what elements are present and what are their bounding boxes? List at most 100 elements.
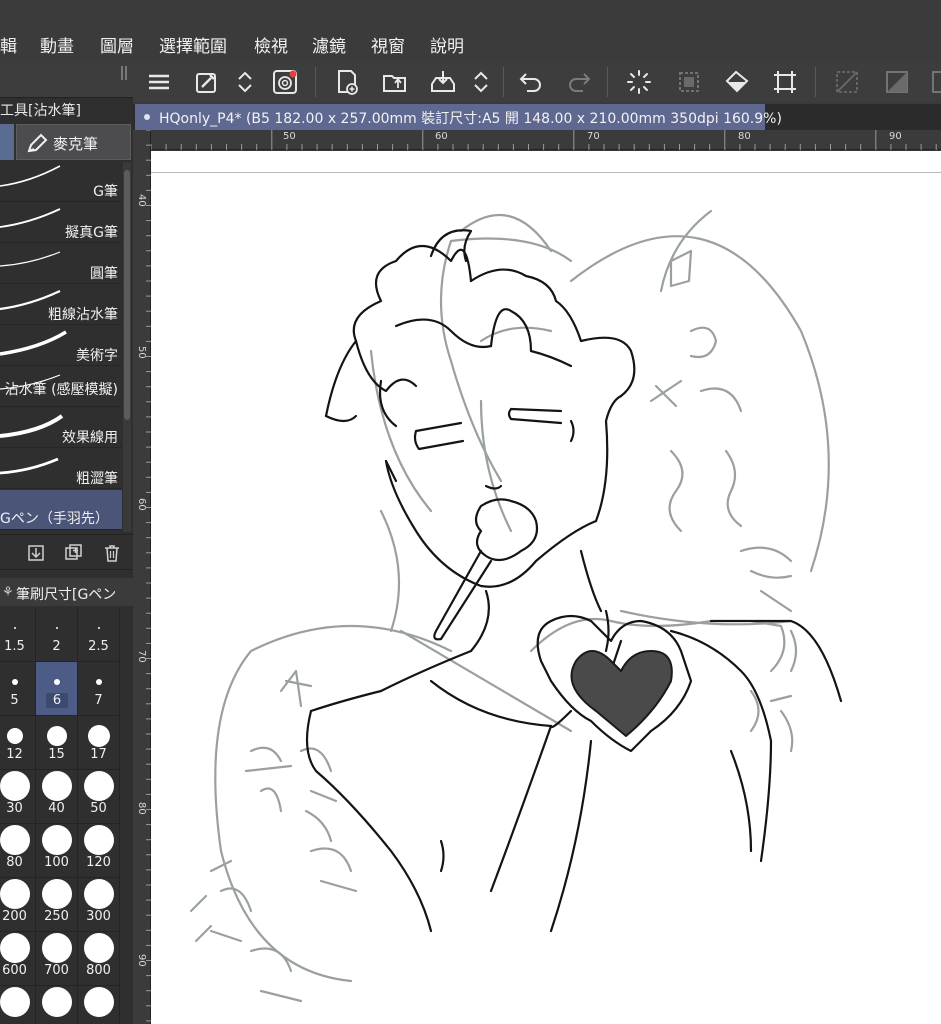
menu-layer[interactable]: 圖層 [100, 32, 134, 57]
invert-icon[interactable] [883, 68, 911, 96]
brush-size-label: 6 [46, 693, 68, 708]
menu-selection[interactable]: 選擇範圍 [159, 32, 227, 57]
brush-label: G筆 [93, 184, 118, 200]
fill-icon[interactable] [723, 68, 751, 96]
ruler-label: 90 [889, 131, 902, 142]
brush-size-cell[interactable]: 2 [36, 608, 78, 662]
download-icon[interactable] [26, 543, 46, 563]
menu-window[interactable]: 視窗 [371, 32, 405, 57]
brush-item[interactable]: 粗線沾水筆 [0, 285, 122, 325]
menu-view[interactable]: 檢視 [254, 32, 288, 57]
brush-size-cell[interactable]: 12 [0, 716, 36, 770]
brush-size-dot [41, 987, 72, 1017]
brush-size-cell[interactable]: 2.5 [78, 608, 120, 662]
open-folder-icon[interactable] [381, 68, 409, 96]
transform-icon[interactable] [771, 68, 799, 96]
brush-size-label: 600 [2, 963, 27, 978]
undo-icon[interactable] [517, 68, 545, 96]
brush-item[interactable]: 沾水筆 (感壓模擬) [0, 367, 122, 407]
brush-item[interactable]: 美術字 [0, 326, 122, 366]
deselect-icon[interactable] [833, 68, 861, 96]
brush-size-cell[interactable]: 30 [0, 770, 36, 824]
menu-icon[interactable] [145, 68, 173, 96]
save-icon[interactable] [429, 68, 457, 96]
brush-size-cell[interactable]: 250 [36, 878, 78, 932]
loading-icon[interactable] [625, 68, 653, 96]
brush-size-label: 7 [94, 693, 103, 708]
menu-animation[interactable]: 動畫 [40, 32, 74, 57]
brush-item[interactable]: G筆 [0, 162, 122, 202]
tab-marker[interactable]: 麥克筆 [16, 124, 131, 160]
brush-size-cell[interactable]: 15 [36, 716, 78, 770]
panel-grip-icon[interactable] [121, 66, 127, 80]
brush-size-cell[interactable]: 200 [0, 878, 36, 932]
brush-size-dot [41, 879, 72, 909]
brush-size-cell[interactable]: 700 [36, 932, 78, 986]
brush-size-cell[interactable]: 800 [78, 932, 120, 986]
brush-size-label: 5 [10, 693, 19, 708]
brush-size-label: 300 [86, 909, 111, 924]
heart-shape [570, 650, 673, 737]
tab-pen[interactable] [0, 124, 14, 160]
clear-selection-icon[interactable] [675, 68, 703, 96]
brush-size-title: 筆刷尺寸[Gペン [16, 587, 117, 603]
eyedropper-icon[interactable] [193, 68, 221, 96]
duplicate-icon[interactable] [64, 543, 84, 563]
up-down-icon[interactable] [467, 68, 495, 96]
trash-icon[interactable] [102, 543, 122, 563]
brush-size-dot [83, 771, 114, 801]
ruler-label: 90 [136, 954, 147, 967]
brush-label: 圓筆 [90, 266, 118, 282]
brush-size-dot [83, 933, 114, 963]
more-icon[interactable] [929, 68, 941, 96]
brush-item-selected[interactable]: Gペン（手羽先） [0, 490, 122, 530]
brush-size-cell[interactable] [78, 986, 120, 1024]
brush-size-cell[interactable]: 17 [78, 716, 120, 770]
sketch-artwork [189, 209, 843, 1003]
brush-item[interactable]: 粗澀筆 [0, 449, 122, 489]
brush-size-label: 1.5 [4, 639, 25, 654]
brush-size-cell[interactable]: 5 [0, 662, 36, 716]
brush-size-cell[interactable]: 1.5 [0, 608, 36, 662]
brush-item[interactable]: 擬真G筆 [0, 203, 122, 243]
redo-icon[interactable] [565, 68, 593, 96]
brush-item[interactable]: 效果線用 [0, 408, 122, 448]
brush-size-cell[interactable]: 600 [0, 932, 36, 986]
brush-item[interactable]: 圓筆 [0, 244, 122, 284]
menu-edit[interactable]: 輯 [0, 32, 17, 57]
toolbar-separator [503, 67, 504, 97]
menu-help[interactable]: 說明 [430, 32, 464, 57]
document-tab[interactable]: HQonly_P4* (B5 182.00 x 257.00mm 裝訂尺寸:A5… [135, 104, 782, 130]
brush-size-label: 200 [2, 909, 27, 924]
brush-size-cell[interactable]: 100 [36, 824, 78, 878]
brush-size-cell[interactable]: 300 [78, 878, 120, 932]
brush-size-label: 17 [90, 747, 107, 762]
brush-size-label: 30 [6, 801, 23, 816]
brush-size-cell[interactable]: 7 [78, 662, 120, 716]
brush-size-cell[interactable] [36, 986, 78, 1024]
brush-size-cell[interactable]: 50 [78, 770, 120, 824]
brush-size-cell[interactable] [0, 986, 36, 1024]
brush-size-dot [97, 627, 100, 629]
brush-size-cell[interactable]: 6 [36, 662, 78, 716]
target-icon[interactable] [271, 68, 299, 96]
brush-size-cell[interactable]: 40 [36, 770, 78, 824]
ruler-label: 80 [738, 131, 751, 142]
brush-size-cell[interactable]: 120 [78, 824, 120, 878]
brush-size-dot [53, 679, 60, 685]
brush-size-label: 40 [48, 801, 65, 816]
scroll-thumb[interactable] [124, 170, 130, 420]
new-page-icon[interactable] [333, 68, 361, 96]
unsaved-dot-icon [144, 114, 150, 120]
up-down-icon[interactable] [231, 68, 259, 96]
brush-size-dot [83, 987, 114, 1017]
panel-header [0, 62, 133, 98]
brush-size-label: 100 [44, 855, 69, 870]
brush-size-cell[interactable]: 80 [0, 824, 36, 878]
menu-filter[interactable]: 濾鏡 [312, 32, 346, 57]
brush-list-scrollbar[interactable] [123, 162, 131, 532]
ruler-ticks [146, 130, 151, 1022]
document-title: HQonly_P4* (B5 182.00 x 257.00mm 裝訂尺寸:A5… [159, 111, 782, 127]
brush-size-dot [46, 726, 67, 746]
brush-size-label: 12 [6, 747, 23, 762]
